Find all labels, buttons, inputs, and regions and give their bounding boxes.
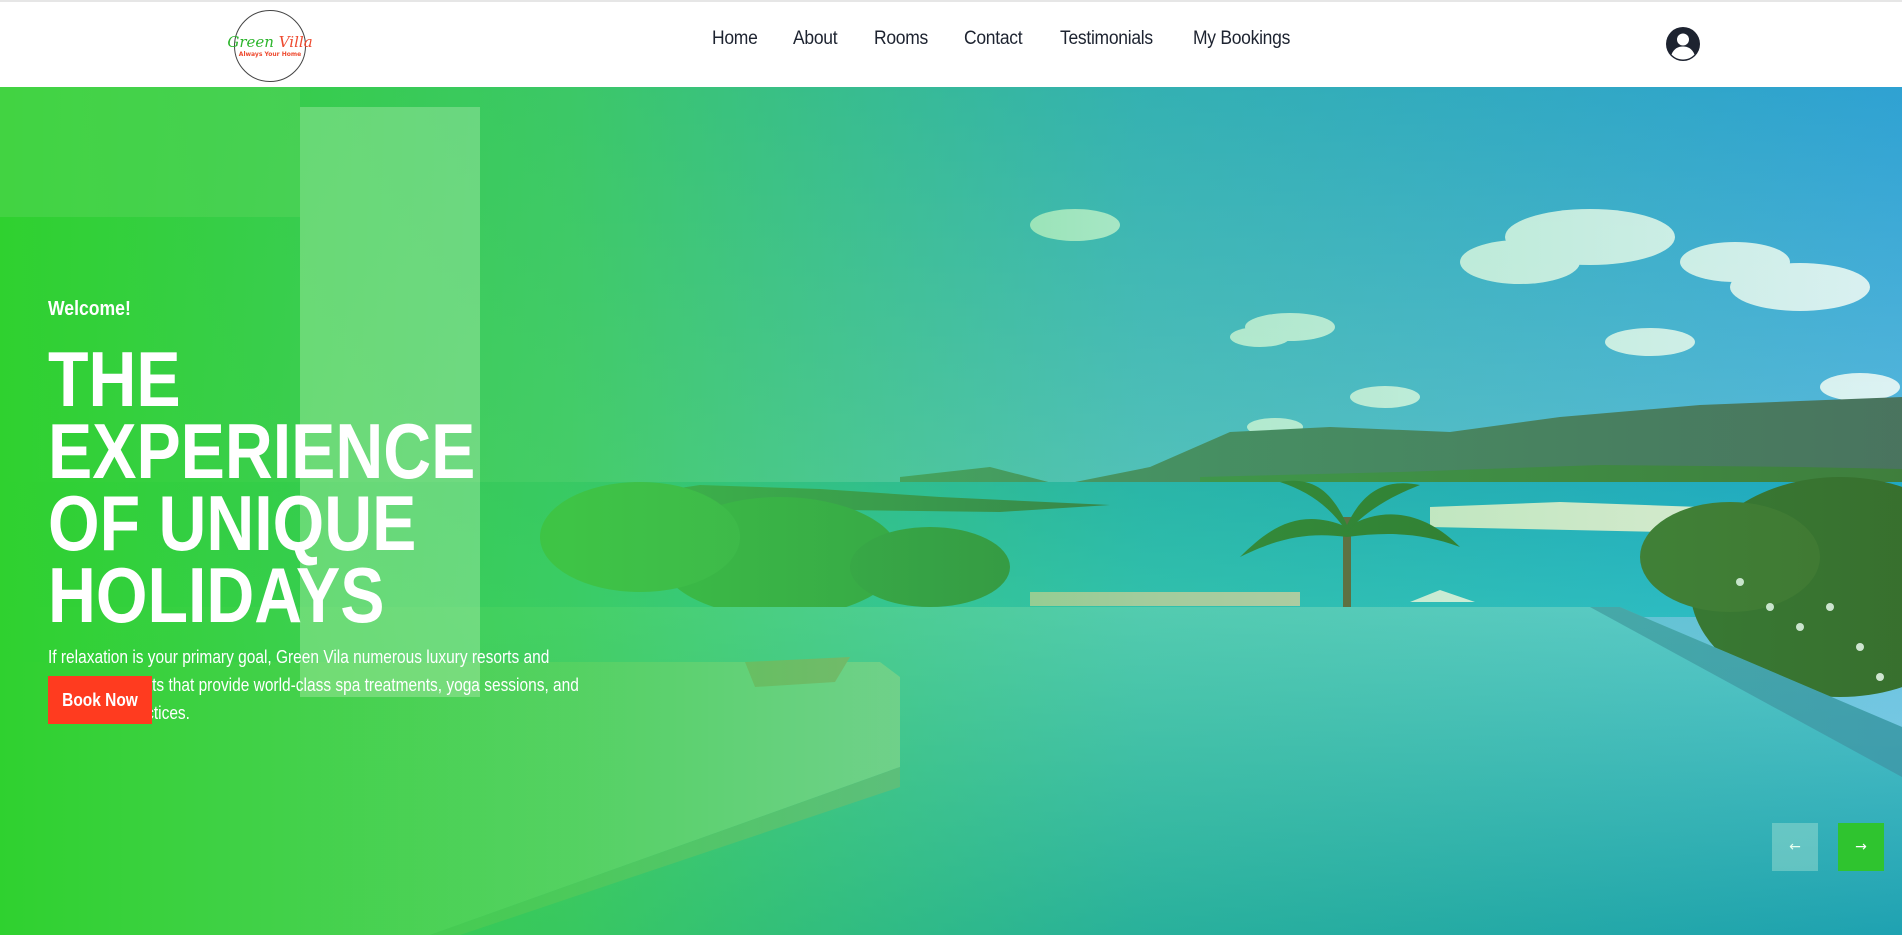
nav-about[interactable]: About bbox=[793, 28, 838, 50]
nav-contact[interactable]: Contact bbox=[964, 28, 1023, 50]
hero-headline-line-3: HOLIDAYS bbox=[48, 551, 385, 639]
hero-welcome: Welcome! bbox=[48, 298, 131, 320]
logo-name: Green Villa bbox=[227, 34, 312, 50]
book-now-button[interactable]: Book Now bbox=[48, 676, 152, 724]
nav-rooms[interactable]: Rooms bbox=[874, 28, 928, 50]
slider-prev-button[interactable]: ← bbox=[1772, 823, 1818, 871]
hero-headline-line-2: OF UNIQUE bbox=[48, 479, 417, 567]
book-now-label: Book Now bbox=[62, 689, 138, 710]
logo-word-villa: Villa bbox=[278, 33, 313, 51]
logo-tagline: Always Your Home bbox=[238, 51, 302, 58]
main-nav: Home About Rooms Contact Testimonials My… bbox=[712, 28, 1330, 50]
hero-headline: THE EXPERIENCE OF UNIQUE HOLIDAYS bbox=[48, 335, 524, 639]
brand-logo[interactable]: Green Villa Always Your Home bbox=[227, 10, 313, 82]
logo-word-green: Green bbox=[227, 33, 274, 51]
bottom-strip bbox=[0, 935, 1902, 939]
site-header: Green Villa Always Your Home Home About … bbox=[0, 2, 1902, 87]
user-circle-icon[interactable] bbox=[1665, 26, 1701, 62]
nav-testimonials[interactable]: Testimonials bbox=[1060, 28, 1153, 50]
arrow-right-icon: → bbox=[1855, 839, 1867, 855]
hero-content: Welcome! THE EXPERIENCE OF UNIQUE HOLIDA… bbox=[48, 298, 608, 727]
nav-home[interactable]: Home bbox=[712, 28, 758, 50]
arrow-left-icon: ← bbox=[1789, 839, 1801, 855]
hero-headline-line-1: THE EXPERIENCE bbox=[48, 335, 476, 495]
nav-my-bookings[interactable]: My Bookings bbox=[1193, 28, 1290, 50]
hero-slider: Welcome! THE EXPERIENCE OF UNIQUE HOLIDA… bbox=[0, 87, 1902, 935]
slider-next-button[interactable]: → bbox=[1838, 823, 1884, 871]
